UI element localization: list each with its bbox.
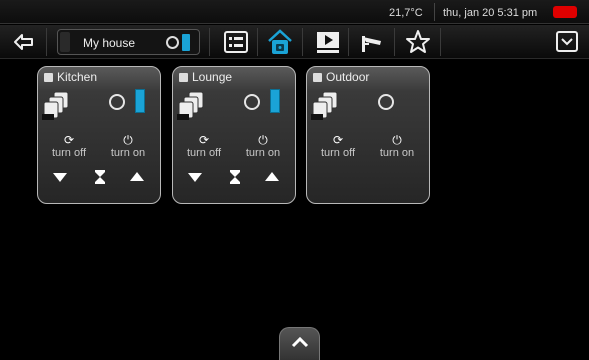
media-icon[interactable] (314, 28, 342, 56)
power-off-icon: ⟳ (63, 133, 75, 147)
status-divider (434, 3, 435, 21)
power-on-icon: ⏻ (123, 133, 133, 147)
turn-on-label: turn on (379, 147, 415, 159)
room-name: Outdoor (326, 70, 370, 84)
battery-indicator (553, 6, 577, 18)
room-icon (44, 73, 53, 82)
toolbar: My house (0, 25, 589, 59)
power-off-icon: ⟳ (332, 133, 344, 147)
room-name: Lounge (192, 70, 233, 84)
turn-on-label: turn on (245, 147, 281, 159)
grip-handle[interactable] (60, 32, 70, 52)
status-bar: 21,7°C thu, jan 20 5:31 pm (0, 0, 589, 24)
room-toggle-circle[interactable] (244, 94, 260, 110)
temperature-readout: 21,7°C (389, 7, 423, 19)
house-level-bar (182, 34, 190, 51)
room-card: Outdoor ⟳ turn off ⏻ turn on (306, 66, 430, 204)
chevron-up-icon (291, 336, 309, 348)
toolbar-divider (394, 28, 395, 56)
blinds-icon[interactable] (41, 91, 71, 121)
room-title: Kitchen (44, 70, 97, 84)
room-icon (179, 73, 188, 82)
room-card: Lounge ⟳ turn off ⏻ turn on (172, 66, 296, 204)
turn-on-button[interactable]: ⏻ turn on (374, 133, 420, 159)
room-icon (313, 73, 322, 82)
room-card: Kitchen ⟳ turn off ⏻ turn on (37, 66, 161, 204)
room-level-bar (135, 89, 145, 113)
toolbar-divider (348, 28, 349, 56)
turn-off-label: turn off (51, 147, 87, 159)
arrow-up-button[interactable] (129, 170, 145, 184)
toolbar-divider (257, 28, 258, 56)
room-title: Lounge (179, 70, 232, 84)
power-off-icon: ⟳ (198, 133, 210, 147)
toolbar-divider (209, 28, 210, 56)
date-time: thu, jan 20 5:31 pm (443, 7, 538, 19)
bottom-panel-handle[interactable] (279, 327, 320, 360)
back-icon[interactable] (13, 32, 35, 52)
house-toggle-circle[interactable] (166, 36, 179, 49)
blinds-icon[interactable] (176, 91, 206, 121)
room-toggle-circle[interactable] (109, 94, 125, 110)
turn-on-label: turn on (110, 147, 146, 159)
stop-button[interactable] (227, 170, 243, 184)
turn-off-button[interactable]: ⟳ turn off (181, 133, 227, 159)
favorite-star-icon[interactable] (404, 28, 432, 56)
room-level-bar (270, 89, 280, 113)
list-icon[interactable] (222, 28, 250, 56)
toolbar-divider (440, 28, 441, 56)
home-lock-icon[interactable] (266, 28, 294, 56)
turn-off-label: turn off (186, 147, 222, 159)
blinds-icon[interactable] (310, 91, 340, 121)
room-toggle-circle[interactable] (378, 94, 394, 110)
turn-on-button[interactable]: ⏻ turn on (105, 133, 151, 159)
room-name: Kitchen (57, 70, 98, 84)
arrow-up-button[interactable] (264, 170, 280, 184)
power-on-icon: ⏻ (392, 133, 402, 147)
toolbar-divider (46, 28, 47, 56)
turn-off-button[interactable]: ⟳ turn off (315, 133, 361, 159)
room-title: Outdoor (313, 70, 369, 84)
chevron-down-icon (561, 38, 573, 46)
dropdown-menu-button[interactable] (556, 31, 578, 52)
house-label: My house (83, 36, 136, 50)
stop-button[interactable] (92, 170, 108, 184)
camera-icon[interactable] (359, 28, 387, 56)
turn-off-button[interactable]: ⟳ turn off (46, 133, 92, 159)
turn-on-button[interactable]: ⏻ turn on (240, 133, 286, 159)
turn-off-label: turn off (320, 147, 356, 159)
arrow-down-button[interactable] (52, 170, 68, 184)
house-selector[interactable]: My house (57, 29, 200, 55)
power-on-icon: ⏻ (258, 133, 268, 147)
arrow-down-button[interactable] (187, 170, 203, 184)
toolbar-divider (302, 28, 303, 56)
